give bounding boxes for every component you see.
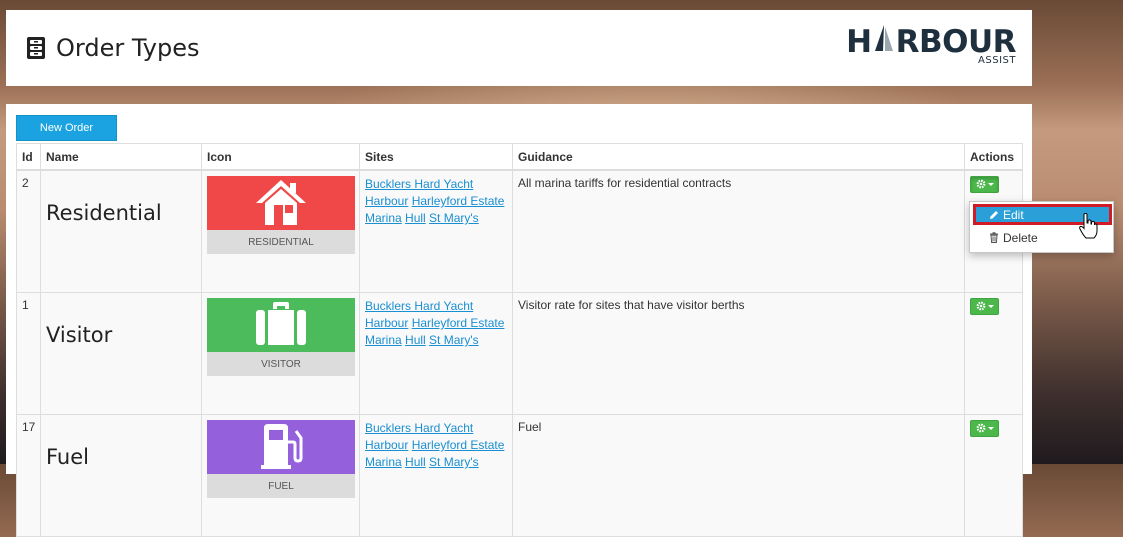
logo-text-right: RBOUR: [895, 24, 1017, 60]
row-guidance: Fuel: [512, 414, 965, 537]
row-sites: Bucklers Hard Yacht Harbour Harleyford E…: [359, 292, 513, 415]
actions-dropdown-button[interactable]: [970, 420, 999, 437]
row-actions: [964, 414, 1023, 537]
site-link[interactable]: Hull: [405, 211, 426, 225]
pencil-icon: [989, 210, 999, 220]
caret-down-icon: [987, 183, 994, 186]
icon-tile-label: RESIDENTIAL: [207, 230, 355, 254]
row-name: Visitor: [40, 292, 202, 415]
site-link[interactable]: St Mary's: [429, 333, 479, 347]
icon-tile-color: [207, 176, 355, 230]
gear-icon: [976, 300, 986, 314]
gear-icon: [976, 178, 986, 192]
table-header-row: Id Name Icon Sites Guidance Actions: [16, 143, 1023, 171]
site-link[interactable]: St Mary's: [429, 211, 479, 225]
row-id: 17: [16, 414, 41, 537]
table-row[interactable]: 2 Residential RESIDENTIAL Bucklers Hard …: [16, 169, 1023, 293]
table-row[interactable]: 1 Visitor VISITOR Bucklers Hard Yacht Ha…: [16, 292, 1023, 415]
order-type-icon-tile: RESIDENTIAL: [207, 176, 355, 254]
trash-icon: [989, 232, 999, 243]
order-types-table: Id Name Icon Sites Guidance Actions 2 Re…: [16, 143, 1023, 537]
menu-item-delete-label: Delete: [1003, 230, 1038, 245]
icon-tile-label: FUEL: [207, 474, 355, 498]
row-guidance: Visitor rate for sites that have visitor…: [512, 292, 965, 415]
icon-tile-color: [207, 420, 355, 474]
column-header-id[interactable]: Id: [16, 143, 41, 171]
table-row[interactable]: 17 Fuel FUEL Bucklers Hard Yacht Harbour…: [16, 414, 1023, 537]
hand-pointer-cursor-icon: [1078, 212, 1098, 244]
suitcase-icon: [254, 301, 308, 350]
caret-down-icon: [987, 305, 994, 308]
row-icon-cell: FUEL: [201, 414, 360, 537]
row-guidance: All marina tariffs for residential contr…: [512, 169, 965, 293]
row-id: 1: [16, 292, 41, 415]
page-header: Order Types H RBOUR ASSIST: [6, 10, 1032, 86]
house-icon: [254, 177, 308, 230]
filing-cabinet-icon: [26, 36, 46, 60]
content-panel: New Order Type Id Name Icon Sites Guidan…: [6, 104, 1032, 537]
order-type-icon-tile: FUEL: [207, 420, 355, 498]
site-link[interactable]: Hull: [405, 455, 426, 469]
menu-item-edit-label: Edit: [1003, 207, 1024, 222]
column-header-icon[interactable]: Icon: [201, 143, 360, 171]
column-header-name[interactable]: Name: [40, 143, 202, 171]
page-title: Order Types: [26, 34, 199, 62]
row-icon-cell: RESIDENTIAL: [201, 169, 360, 293]
fuel-pump-icon: [256, 422, 306, 473]
column-header-actions: Actions: [964, 143, 1023, 171]
logo-text-left: H: [846, 24, 872, 60]
column-header-sites[interactable]: Sites: [359, 143, 513, 171]
actions-dropdown-button[interactable]: [970, 298, 999, 315]
row-actions: [964, 292, 1023, 415]
icon-tile-color: [207, 298, 355, 352]
icon-tile-label: VISITOR: [207, 352, 355, 376]
site-link[interactable]: St Mary's: [429, 455, 479, 469]
gear-icon: [976, 422, 986, 436]
site-link[interactable]: Hull: [405, 333, 426, 347]
row-icon-cell: VISITOR: [201, 292, 360, 415]
row-name: Residential: [40, 169, 202, 293]
caret-down-icon: [987, 427, 994, 430]
page-title-text: Order Types: [56, 34, 200, 62]
column-header-guidance[interactable]: Guidance: [512, 143, 965, 171]
sail-icon: [873, 24, 895, 58]
new-order-type-button[interactable]: New Order Type: [16, 115, 117, 158]
row-sites: Bucklers Hard Yacht Harbour Harleyford E…: [359, 414, 513, 537]
row-sites: Bucklers Hard Yacht Harbour Harleyford E…: [359, 169, 513, 293]
row-name: Fuel: [40, 414, 202, 537]
harbour-assist-logo: H RBOUR ASSIST: [846, 24, 1017, 66]
actions-dropdown-button[interactable]: [970, 176, 999, 193]
order-type-icon-tile: VISITOR: [207, 298, 355, 376]
row-id: 2: [16, 169, 41, 293]
